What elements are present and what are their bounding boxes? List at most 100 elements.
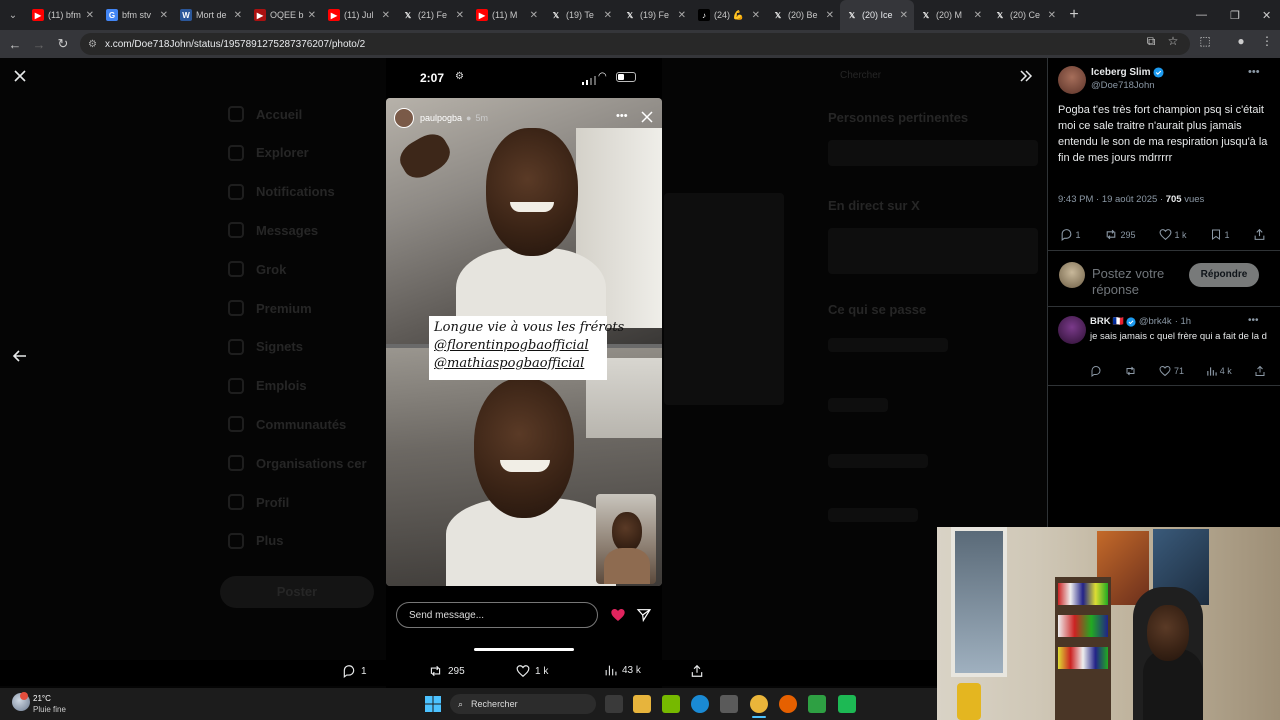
close-window-button[interactable]: ✕ [1262,0,1271,30]
tab-close-icon[interactable]: ✕ [1048,10,1056,21]
tab-close-icon[interactable]: ✕ [678,10,686,21]
address-bar[interactable]: ⚙ x.com/Doe718John/status/19578912752873… [80,33,1190,55]
tweet-more-icon[interactable]: ••• [1248,66,1260,78]
forward-icon[interactable]: → [27,37,51,52]
phone-status-bar: 2:07 ⚙ ◠ [386,58,662,98]
reply-author-avatar[interactable] [1058,316,1086,344]
browser-tab[interactable]: Gbfm stv ✕ [100,0,174,30]
firefox-icon[interactable] [779,695,797,713]
tweet-reply-button[interactable]: 1 [1060,228,1081,241]
tab-label: (11) Jul [344,10,374,20]
tab-close-icon[interactable]: ✕ [234,10,242,21]
expand-panel-icon[interactable] [1018,68,1034,84]
taskbar-search[interactable]: ⌕ Rechercher [450,694,596,714]
browser-tab[interactable]: 𝕏 (20) M ✕ [914,0,988,30]
background-nav-icon [228,338,244,355]
tab-close-icon[interactable]: ✕ [752,10,760,21]
browser-tab[interactable]: W Mort de ✕ [174,0,248,30]
windows-start-icon[interactable] [425,696,441,712]
extensions-icon[interactable]: ⬚ [1196,34,1214,48]
browser-tab[interactable]: 𝕏 (19) Fe ✕ [618,0,692,30]
tab-close-icon[interactable]: ✕ [160,10,168,21]
menu-icon[interactable]: ⋮ [1258,34,1276,48]
profile-icon[interactable]: ● [1232,34,1250,48]
story-screenshot-image: 2:07 ⚙ ◠ Longue vie à vous les frérots @… [386,58,662,688]
tweet-bookmark-button[interactable]: 1 [1210,228,1230,241]
browser-tab[interactable]: 𝕏 (21) Fe ✕ [396,0,470,30]
store-icon[interactable] [720,695,738,713]
reply-share-button[interactable] [1254,365,1266,377]
task-view-icon[interactable] [605,695,623,713]
tab-close-icon[interactable]: ✕ [308,10,316,21]
tab-close-icon[interactable]: ✕ [382,10,390,21]
browser-tab[interactable]: 𝕏 (20) Ice ✕ [840,0,914,30]
maximize-button[interactable]: ❐ [1230,0,1240,30]
media-like-button[interactable]: 1 k [516,664,548,678]
author-handle[interactable]: @Doe718John [1091,80,1155,91]
close-viewer-icon[interactable] [12,68,28,84]
reply-author-handle[interactable]: @brk4k [1139,316,1172,327]
tab-close-icon[interactable]: ✕ [900,10,908,21]
reply-input[interactable]: Postez votre réponse [1092,266,1190,296]
browser-tab[interactable]: ▶ OQEE b ✕ [248,0,322,30]
edge-icon[interactable] [691,695,709,713]
tweet-timestamp[interactable]: 9:43 PM · 19 août 2025 · [1058,194,1166,205]
story-close-icon [640,110,654,124]
background-nav-item: Plus [228,532,283,549]
back-icon[interactable]: ← [3,37,27,52]
reply-like-button[interactable]: 71 [1159,365,1184,377]
weather-description[interactable]: Pluie fine [33,705,66,714]
author-avatar[interactable] [1058,66,1086,94]
reply-author-name[interactable]: BRK [1090,316,1111,327]
bookmark-star-icon[interactable]: ☆ [1164,34,1182,48]
browser-tab[interactable]: ♪ (24) 💪 ✕ [692,0,766,30]
tab-close-icon[interactable]: ✕ [974,10,982,21]
reply-header: BRK 🇫🇷 @brk4k · 1h [1090,316,1191,327]
tab-close-icon[interactable]: ✕ [86,10,94,21]
nvidia-icon[interactable] [662,695,680,713]
tweet-like-button[interactable]: 1 k [1159,228,1187,241]
reply-views-button[interactable]: 4 k [1206,366,1232,377]
chrome-icon[interactable] [750,695,768,713]
browser-tab[interactable]: ▶ (11) Jul ✕ [322,0,396,30]
file-explorer-icon[interactable] [633,695,651,713]
story-verified-icon: ● [466,113,472,123]
weather-temperature[interactable]: 21°C [33,694,51,703]
browser-tab[interactable]: ▶ (11) bfm ✕ [26,0,100,30]
browser-tab[interactable]: ▶ (11) M ✕ [470,0,544,30]
game-icon[interactable] [838,695,856,713]
cast-icon[interactable]: ⧉ [1142,34,1160,49]
reply-repost-button[interactable] [1124,365,1137,377]
tweet-text: Pogba t'es très fort champion psq si c'é… [1058,104,1268,164]
share-icon [1255,365,1265,376]
tab-search-button[interactable]: ⌄ [0,0,26,30]
tweet-share-button[interactable] [1253,228,1266,241]
site-info-icon[interactable]: ⚙ [88,39,97,50]
media-views-button[interactable]: 43 k [604,664,641,677]
tab-close-icon[interactable]: ✕ [456,10,464,21]
author-name-row[interactable]: Iceberg Slim [1091,67,1165,78]
tab-close-icon[interactable]: ✕ [604,10,612,21]
tweet-repost-button[interactable]: 295 [1104,228,1136,241]
minimize-button[interactable]: — [1196,0,1207,30]
reply-more-icon[interactable]: ••• [1248,315,1259,326]
tab-close-icon[interactable]: ✕ [826,10,834,21]
tabs-container: ▶ (11) bfm ✕ Gbfm stv ✕ W Mort de ✕ ▶ OQEE b ✕ ▶ (11… [26,0,1062,30]
media-repost-button[interactable]: 295 [428,664,465,678]
browser-tab[interactable]: 𝕏 (20) Ce ✕ [988,0,1062,30]
reply-submit-button[interactable]: Répondre [1189,263,1259,287]
reload-icon[interactable]: ↻ [51,36,75,52]
tab-close-icon[interactable]: ✕ [530,10,538,21]
background-nav-icon [228,106,244,122]
previous-photo-icon[interactable] [12,348,28,364]
background-user-row [828,140,1038,166]
phone-home-indicator [474,648,574,651]
browser-tab[interactable]: 𝕏 (20) Be ✕ [766,0,840,30]
reply-reply-button[interactable] [1090,365,1102,377]
new-tab-button[interactable]: + [1062,6,1086,24]
browser-tab[interactable]: 𝕏 (19) Te ✕ [544,0,618,30]
media-reply-button[interactable]: 1 [342,664,367,678]
app-icon[interactable] [808,695,826,713]
x-icon: 𝕏 [552,10,560,20]
media-share-button[interactable] [690,664,709,678]
